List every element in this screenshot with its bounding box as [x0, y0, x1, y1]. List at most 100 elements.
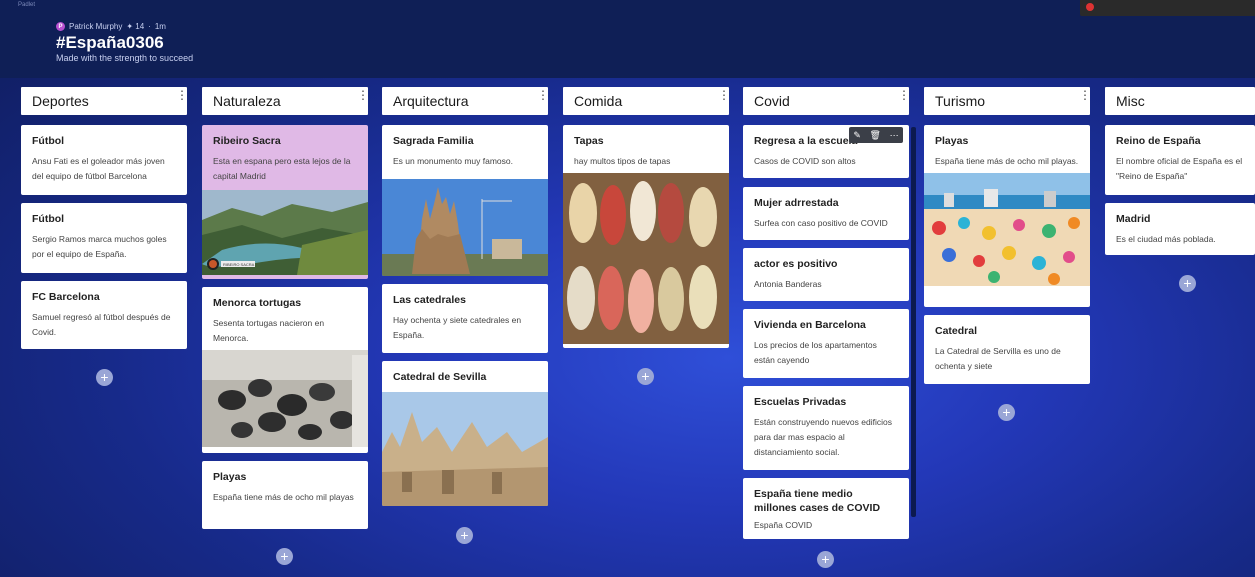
post-card[interactable]: España tiene medio millones cases de COV…: [743, 478, 909, 539]
post-title: actor es positivo: [754, 258, 838, 270]
post-card[interactable]: Escuelas Privadas Están construyendo nue…: [743, 386, 909, 470]
post-card[interactable]: Catedral La Catedral de Servilla es uno …: [924, 315, 1090, 384]
post-body: Sergio Ramos marca muchos goles por el e…: [32, 234, 167, 259]
post-card[interactable]: Catedral de Sevilla: [382, 361, 548, 506]
column-naturaleza: Naturaleza ⋮: [202, 87, 369, 115]
post-title: Mujer adrrestada: [754, 197, 839, 209]
post-title: Sagrada Familia: [393, 135, 474, 147]
post-card[interactable]: Las catedrales Hay ochenta y siete cated…: [382, 284, 548, 353]
post-body: Surfea con caso positivo de COVID: [754, 218, 888, 228]
post-card[interactable]: Mujer adrrestada Surfea con caso positiv…: [743, 187, 909, 240]
column-menu-icon[interactable]: ⋮: [898, 89, 910, 101]
column-menu-icon[interactable]: ⋮: [718, 89, 730, 101]
beach-image: [924, 173, 1090, 286]
post-title: Ribeiro Sacra: [213, 135, 281, 147]
post-body: Es el ciudad más poblada.: [1116, 234, 1216, 244]
post-body: Casos de COVID son altos: [754, 156, 856, 166]
page-title: #España0306: [56, 33, 164, 52]
post-body: Antonia Banderas: [754, 279, 822, 289]
author-name[interactable]: Patrick Murphy: [69, 22, 122, 31]
post-title: Menorca tortugas: [213, 297, 302, 309]
post-card[interactable]: Ribeiro Sacra Esta en espana pero esta l…: [202, 125, 368, 279]
post-image: [382, 179, 548, 276]
post-title: Catedral de Sevilla: [393, 371, 487, 383]
delete-icon[interactable]: 🗑: [870, 130, 881, 141]
column-menu-icon[interactable]: ⋮: [176, 89, 188, 101]
add-post-button[interactable]: +: [96, 369, 113, 386]
post-title: Playas: [935, 135, 969, 147]
post-body: hay multos tipos de tapas: [574, 156, 671, 166]
river-valley-image: RIBEIRO SACRA: [202, 190, 368, 275]
add-post-button[interactable]: +: [998, 404, 1015, 421]
post-image: [563, 173, 729, 344]
post-body: España COVID: [754, 520, 813, 530]
column-menu-icon[interactable]: ⋮: [537, 89, 549, 101]
post-body: España tiene más de ocho mil playas.: [935, 156, 1079, 166]
post-card[interactable]: Playas España tiene más de ocho mil play…: [924, 125, 1090, 307]
column-misc: Misc: [1105, 87, 1255, 115]
board-header: Padlet: [0, 0, 1255, 78]
column-arquitectura: Arquitectura ⋮: [382, 87, 549, 115]
record-icon: [1086, 3, 1094, 11]
column-title: Covid: [754, 93, 790, 109]
column-title: Naturaleza: [213, 93, 281, 109]
post-card[interactable]: Fútbol Ansu Fati es el goleador más jove…: [21, 125, 187, 195]
post-title: Fútbol: [32, 213, 65, 225]
add-post-button[interactable]: +: [637, 368, 654, 385]
post-title: Escuelas Privadas: [754, 396, 847, 408]
post-body: España tiene más de ocho mil playas: [213, 492, 354, 502]
add-post-button[interactable]: +: [1179, 275, 1196, 292]
post-body: La Catedral de Servilla es uno de ochent…: [935, 346, 1061, 371]
post-card[interactable]: Vivienda en Barcelona Los precios de los…: [743, 309, 909, 378]
post-time: 1m: [154, 22, 166, 31]
post-card[interactable]: Fútbol Sergio Ramos marca muchos goles p…: [21, 203, 187, 273]
column-header: Covid ⋮: [743, 87, 910, 115]
add-post-button[interactable]: +: [817, 551, 834, 568]
post-card[interactable]: Menorca tortugas Sesenta tortugas nacier…: [202, 287, 368, 453]
add-post-button[interactable]: +: [276, 548, 293, 565]
post-card[interactable]: Sagrada Familia Es un monumento muy famo…: [382, 125, 548, 276]
post-card[interactable]: Reino de España El nombre oficial de Esp…: [1105, 125, 1255, 195]
corner-text: Padlet: [18, 2, 36, 8]
page-subtitle: Made with the strength to succeed: [56, 53, 194, 63]
post-image: RIBEIRO SACRA: [202, 190, 368, 275]
post-card[interactable]: Tapas hay multos tipos de tapas: [563, 125, 729, 348]
post-card[interactable]: Madrid Es el ciudad más poblada.: [1105, 203, 1255, 255]
column-title: Misc: [1116, 93, 1145, 109]
post-card[interactable]: Playas España tiene más de ocho mil play…: [202, 461, 368, 529]
likes-count: ✦ 14: [126, 22, 145, 31]
column-header: Deportes ⋮: [21, 87, 188, 115]
post-body: Samuel regresó al fútbol después de Covi…: [32, 312, 171, 337]
add-post-button[interactable]: +: [456, 527, 473, 544]
post-card[interactable]: FC Barcelona Samuel regresó al fútbol de…: [21, 281, 187, 349]
post-body: Los precios de los apartamentos están ca…: [754, 340, 877, 365]
column-turismo: Turismo ⋮: [924, 87, 1091, 115]
column-menu-icon[interactable]: ⋮: [357, 89, 369, 101]
column-title: Comida: [574, 93, 623, 109]
post-title: Las catedrales: [393, 294, 466, 306]
column-scrollbar[interactable]: [911, 127, 916, 517]
post-body: Ansu Fati es el goleador más joven del e…: [32, 156, 165, 181]
tapas-image: [563, 173, 729, 344]
column-comida: Comida ⋮: [563, 87, 730, 115]
post-card[interactable]: actor es positivo Antonia Banderas: [743, 248, 909, 301]
post-title: Fútbol: [32, 135, 65, 147]
post-body: Están construyendo nuevos edificios para…: [754, 417, 892, 457]
column-header: Comida ⋮: [563, 87, 730, 115]
column-header: Arquitectura ⋮: [382, 87, 549, 115]
more-icon[interactable]: ⋯: [890, 130, 899, 141]
post-image: [924, 173, 1090, 286]
post-title: Catedral: [935, 325, 978, 337]
post-actions-toolbar: ✎ 🗑 ⋯: [849, 127, 903, 143]
post-title: FC Barcelona: [32, 291, 100, 303]
post-title: Reino de España: [1116, 135, 1201, 147]
column-menu-icon[interactable]: ⋮: [1079, 89, 1091, 101]
column-title: Turismo: [935, 93, 986, 109]
avatar[interactable]: P: [56, 22, 65, 31]
image-caption: RIBEIRO SACRA: [223, 262, 255, 267]
post-title: Playas: [213, 471, 247, 483]
post-image: [202, 350, 368, 447]
column-title: Deportes: [32, 93, 89, 109]
author-line: P Patrick Murphy ✦ 14 · 1m: [56, 22, 166, 31]
edit-icon[interactable]: ✎: [853, 130, 861, 141]
